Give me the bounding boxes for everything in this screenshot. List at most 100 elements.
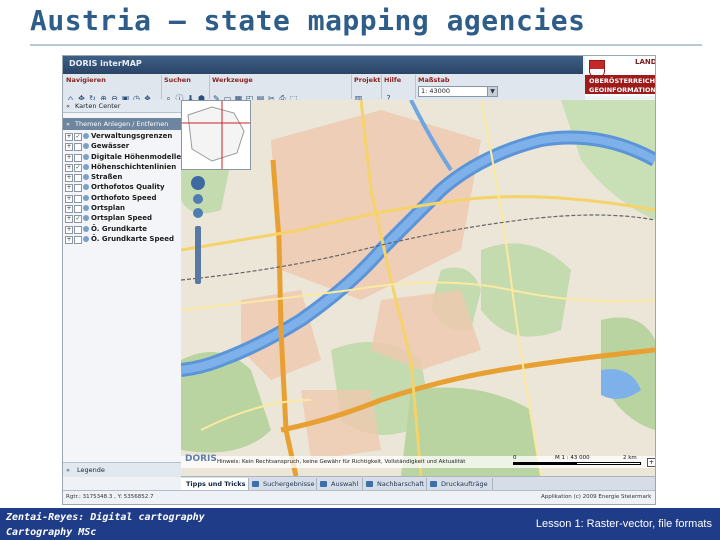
logo-line2: GEOINFORMATION bbox=[589, 86, 656, 94]
footer-lesson: Lesson 1: Raster-vector, file formats bbox=[535, 518, 712, 530]
doris-logo: DORIS bbox=[185, 454, 217, 464]
map-canvas[interactable] bbox=[181, 100, 655, 476]
toolbar-group-massstab: Maßstab 1: 43000 ▼ bbox=[415, 75, 505, 99]
layer-list: + ✓ Verwaltungsgrenzen + Gewässer + Digitale H… bbox=[63, 132, 181, 245]
expand-icon[interactable]: + bbox=[65, 235, 73, 244]
layer-item[interactable]: + Ö. Grundkarte bbox=[63, 225, 181, 235]
toolbar: Navigieren ⌂ ✥ ↻ ⊕ ⊖ ▣ ◷ ❖ Suchen ⌕ ⓘ ⬇ ⬢ Werkzeug… bbox=[63, 74, 585, 103]
scale-bar-start: 0 bbox=[513, 455, 517, 461]
layer-item[interactable]: + Ortsplan bbox=[63, 204, 181, 214]
layer-item[interactable]: + Straßen bbox=[63, 173, 181, 183]
coordinates-readout: Rgtr.: 3175348.3 , Y: 5356852.7 bbox=[66, 494, 154, 500]
layer-label: Orthofoto Speed bbox=[91, 193, 157, 202]
layer-icon bbox=[83, 133, 89, 139]
layer-label: Digitale Höhenmodelle bbox=[91, 152, 182, 161]
tab-druckauftraege[interactable]: Druckaufträge bbox=[427, 478, 493, 490]
overview-canvas bbox=[182, 101, 250, 169]
expand-icon[interactable]: + bbox=[65, 215, 73, 224]
panel-subheader-label: Themen Anlegen / Entfernen bbox=[75, 120, 169, 128]
layer-label: Gewässer bbox=[91, 142, 130, 151]
pan-control-icon[interactable] bbox=[191, 176, 205, 190]
zoom-slider[interactable] bbox=[195, 226, 201, 284]
layer-checkbox[interactable] bbox=[74, 194, 82, 203]
layer-icon bbox=[83, 215, 89, 222]
layer-checkbox[interactable] bbox=[74, 153, 82, 162]
map-zoom-button[interactable]: + bbox=[647, 458, 655, 467]
layer-icon bbox=[83, 194, 89, 201]
map-navigation bbox=[191, 176, 205, 286]
layer-item[interactable]: + Orthofoto Speed bbox=[63, 194, 181, 204]
layer-item[interactable]: + Digitale Höhenmodelle bbox=[63, 153, 181, 163]
layer-checkbox[interactable] bbox=[74, 225, 82, 234]
layer-checkbox[interactable] bbox=[74, 174, 82, 183]
zoom-max-icon[interactable] bbox=[193, 208, 203, 218]
expand-icon[interactable]: + bbox=[65, 174, 73, 183]
title-divider bbox=[30, 44, 702, 46]
layer-item[interactable]: + Orthofotos Quality bbox=[63, 183, 181, 193]
tab-label: Auswahl bbox=[331, 480, 359, 488]
copyright-text: Applikation (c) 2009 Energie Steiermark bbox=[541, 494, 652, 500]
expand-icon[interactable]: + bbox=[65, 163, 73, 172]
layer-icon bbox=[83, 184, 89, 191]
map-view[interactable] bbox=[181, 100, 655, 476]
scale-dropdown-button[interactable]: ▼ bbox=[487, 86, 498, 97]
legend-bar[interactable]: » Legende bbox=[63, 462, 181, 477]
tab-icon bbox=[430, 481, 437, 487]
expand-icon[interactable]: + bbox=[65, 184, 73, 193]
layer-icon bbox=[83, 235, 89, 242]
expand-icon[interactable]: + bbox=[65, 194, 73, 203]
layer-checkbox[interactable] bbox=[74, 184, 82, 193]
layer-item[interactable]: + ✓ Verwaltungsgrenzen bbox=[63, 132, 181, 142]
layer-checkbox[interactable]: ✓ bbox=[74, 215, 82, 224]
layer-item[interactable]: + Gewässer bbox=[63, 142, 181, 152]
toolbar-group-hilfe: Hilfe ? bbox=[381, 75, 416, 103]
tab-icon bbox=[366, 481, 373, 487]
expand-icon[interactable]: + bbox=[65, 205, 73, 214]
tab-auswahl[interactable]: Auswahl bbox=[317, 478, 363, 490]
expand-icon[interactable]: + bbox=[65, 225, 73, 234]
toolbar-group-label: Hilfe bbox=[384, 76, 402, 84]
layer-checkbox[interactable] bbox=[74, 205, 82, 214]
scale-bar-line bbox=[513, 462, 641, 465]
toolbar-group-projekt: Projekt ▥ bbox=[351, 75, 382, 103]
panel-subheader[interactable]: « Themen Anlegen / Entfernen bbox=[63, 118, 181, 130]
layer-checkbox[interactable]: ✓ bbox=[74, 133, 82, 141]
layer-icon bbox=[83, 174, 89, 181]
layer-checkbox[interactable] bbox=[74, 143, 82, 152]
collapse-icon[interactable]: « bbox=[66, 120, 70, 128]
tab-icon bbox=[252, 481, 259, 487]
toolbar-group-suchen: Suchen ⌕ ⓘ ⬇ ⬢ bbox=[161, 75, 210, 103]
collapse-icon[interactable]: « bbox=[66, 102, 70, 110]
toolbar-group-label: Werkzeuge bbox=[212, 76, 253, 84]
tab-label: Druckaufträge bbox=[441, 480, 488, 488]
scale-bar: 0 M 1 : 43 000 2 km bbox=[513, 455, 643, 467]
layer-icon bbox=[83, 153, 89, 160]
toolbar-group-werkzeuge: Werkzeuge ✎ ▭ ▦ ◰ ▤ ✂ ⎙ ⬚ bbox=[209, 75, 352, 103]
tab-suchergebnisse[interactable]: Suchergebnisse bbox=[249, 478, 317, 490]
tab-tipps-und-tricks[interactable]: Tipps und Tricks bbox=[181, 478, 249, 490]
layer-label: Ö. Grundkarte Speed bbox=[91, 234, 174, 243]
scale-input[interactable]: 1: 43000 bbox=[418, 86, 488, 97]
layer-icon bbox=[83, 205, 89, 212]
panel-header[interactable]: « Karten Center bbox=[63, 100, 181, 113]
tab-nachbarschaft[interactable]: Nachbarschaft bbox=[363, 478, 427, 490]
expand-icon[interactable]: » bbox=[66, 466, 70, 474]
left-panel: « Karten Center « Themen Anlegen / Entfe… bbox=[63, 100, 182, 477]
legend-label: Legende bbox=[77, 466, 105, 474]
zoom-in-icon[interactable] bbox=[193, 194, 203, 204]
status-bar: Rgtr.: 3175348.3 , Y: 5356852.7 Applikat… bbox=[63, 490, 655, 504]
layer-label: Höhenschichtenlinien bbox=[91, 162, 177, 171]
overview-map[interactable] bbox=[181, 100, 251, 170]
expand-icon[interactable]: + bbox=[65, 153, 73, 162]
overview-region bbox=[187, 106, 245, 162]
layer-checkbox[interactable] bbox=[74, 235, 82, 244]
layer-item[interactable]: + ✓ Ortsplan Speed bbox=[63, 214, 181, 224]
tab-label: Suchergebnisse bbox=[263, 480, 315, 488]
expand-icon[interactable]: + bbox=[65, 133, 73, 141]
layer-checkbox[interactable]: ✓ bbox=[74, 163, 82, 172]
layer-label: Ö. Grundkarte bbox=[91, 224, 147, 233]
layer-item[interactable]: + ✓ Höhenschichtenlinien bbox=[63, 163, 181, 173]
footer-course: Cartography MSc bbox=[6, 527, 97, 538]
layer-item[interactable]: + Ö. Grundkarte Speed bbox=[63, 235, 181, 245]
expand-icon[interactable]: + bbox=[65, 143, 73, 152]
